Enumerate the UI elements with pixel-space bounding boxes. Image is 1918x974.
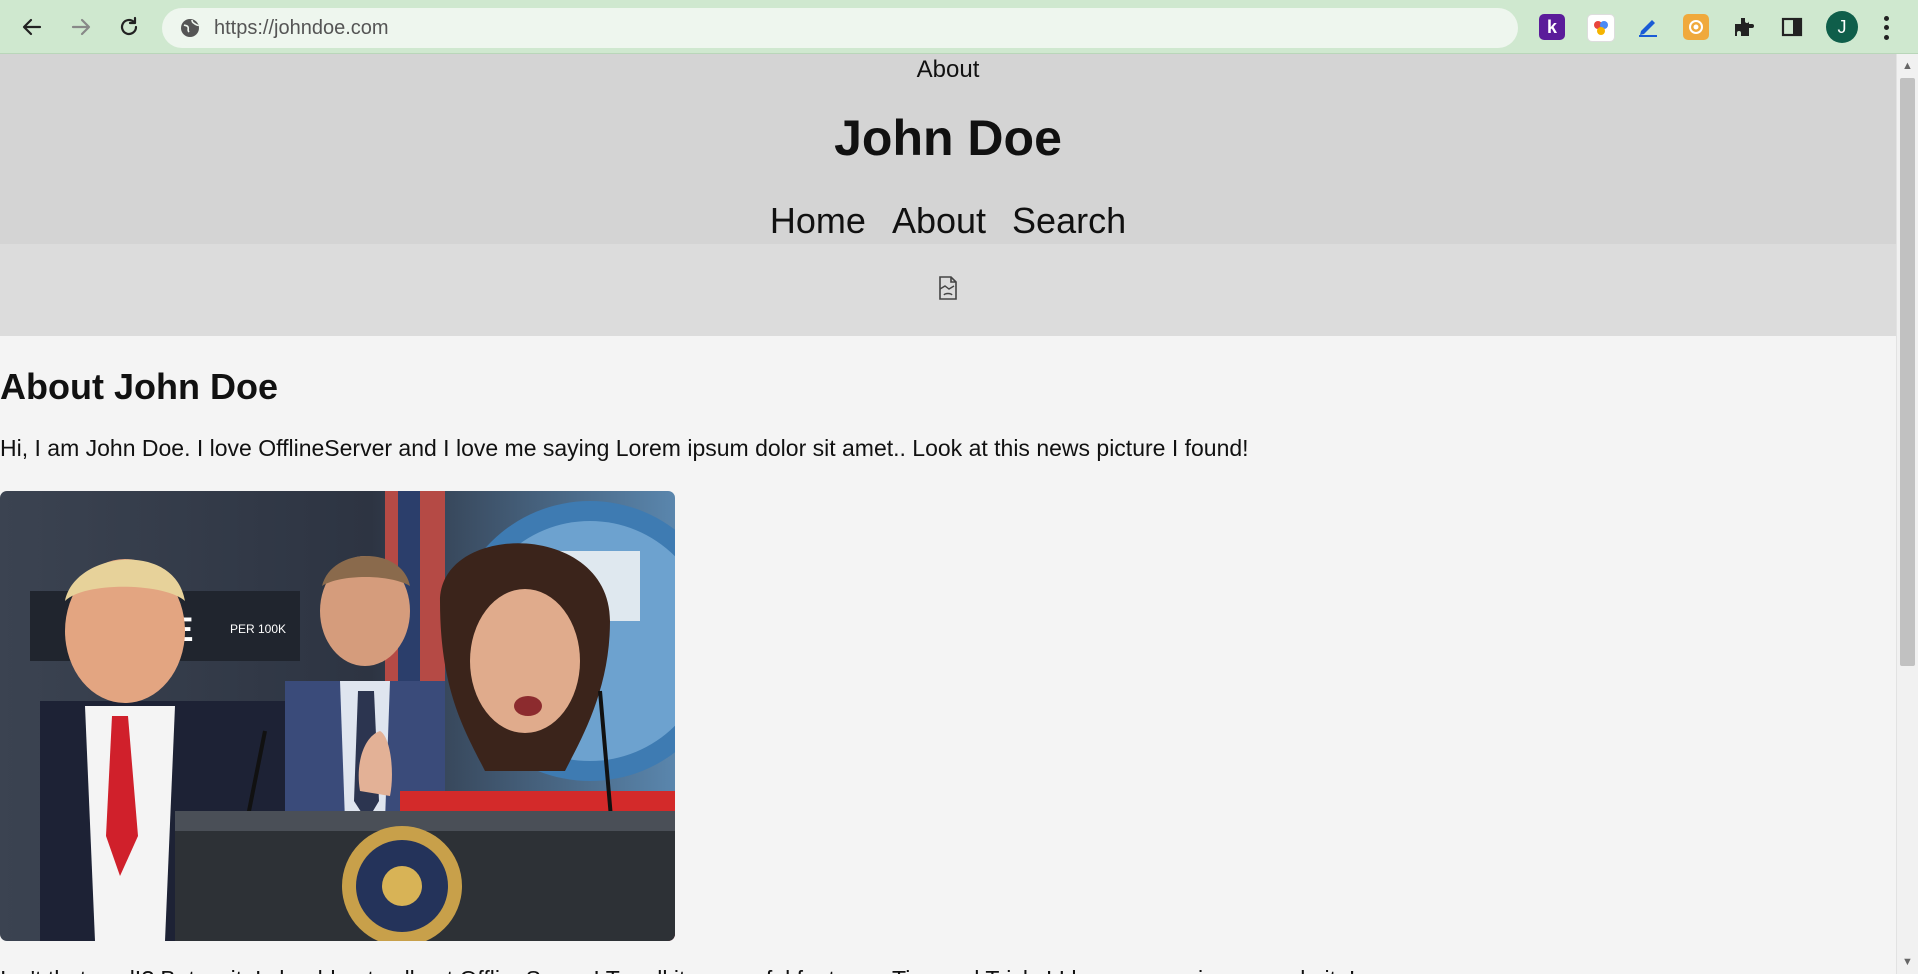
url-text[interactable]: https://johndoe.com: [214, 17, 389, 40]
about-heading: About John Doe: [0, 366, 278, 407]
puzzle-extensions-icon[interactable]: [1731, 14, 1757, 40]
page-breadcrumb: About: [916, 56, 980, 83]
forward-arrow-icon[interactable]: [64, 10, 98, 44]
record-extension-icon[interactable]: [1683, 14, 1709, 40]
browser-toolbar: https://johndoe.com k J: [0, 0, 1918, 54]
page-scrollbar[interactable]: ▲ ▼: [1896, 54, 1918, 974]
svg-text:PER 100K: PER 100K: [230, 622, 286, 636]
side-panel-icon[interactable]: [1779, 14, 1805, 40]
banner-area: [0, 244, 1896, 336]
outro-paragraph: Isn't that cool!? But wait, I should not…: [0, 966, 1355, 974]
nav-search-link[interactable]: Search: [1012, 200, 1126, 241]
k-extension-icon[interactable]: k: [1539, 14, 1565, 40]
site-info-icon[interactable]: [180, 18, 200, 38]
back-arrow-icon[interactable]: [15, 10, 49, 44]
intro-paragraph: Hi, I am John Doe. I love OfflineServer …: [0, 435, 1249, 461]
k-extension-letter: k: [1546, 16, 1557, 37]
browser-menu-icon[interactable]: [1876, 14, 1896, 42]
site-header: About John Doe Home About Search: [0, 54, 1896, 244]
reload-icon[interactable]: [112, 10, 146, 44]
nav-about-link[interactable]: About: [892, 200, 986, 241]
site-title: John Doe: [834, 110, 1062, 166]
broken-image-icon: [938, 275, 958, 305]
pen-extension-icon[interactable]: [1635, 14, 1661, 40]
scroll-down-arrow-icon[interactable]: ▼: [1897, 952, 1918, 972]
web-page: About John Doe Home About Search About J…: [0, 54, 1896, 974]
nav-home-link[interactable]: Home: [770, 200, 866, 241]
address-bar[interactable]: https://johndoe.com: [162, 8, 1518, 48]
site-nav: Home About Search: [0, 200, 1896, 242]
news-photo: TE PER 100K: [0, 491, 675, 941]
scroll-up-arrow-icon[interactable]: ▲: [1897, 56, 1918, 76]
color-picker-extension-icon[interactable]: [1587, 14, 1615, 42]
scroll-thumb[interactable]: [1900, 78, 1915, 666]
avatar-initial: J: [1837, 16, 1847, 37]
profile-avatar[interactable]: J: [1826, 11, 1858, 43]
